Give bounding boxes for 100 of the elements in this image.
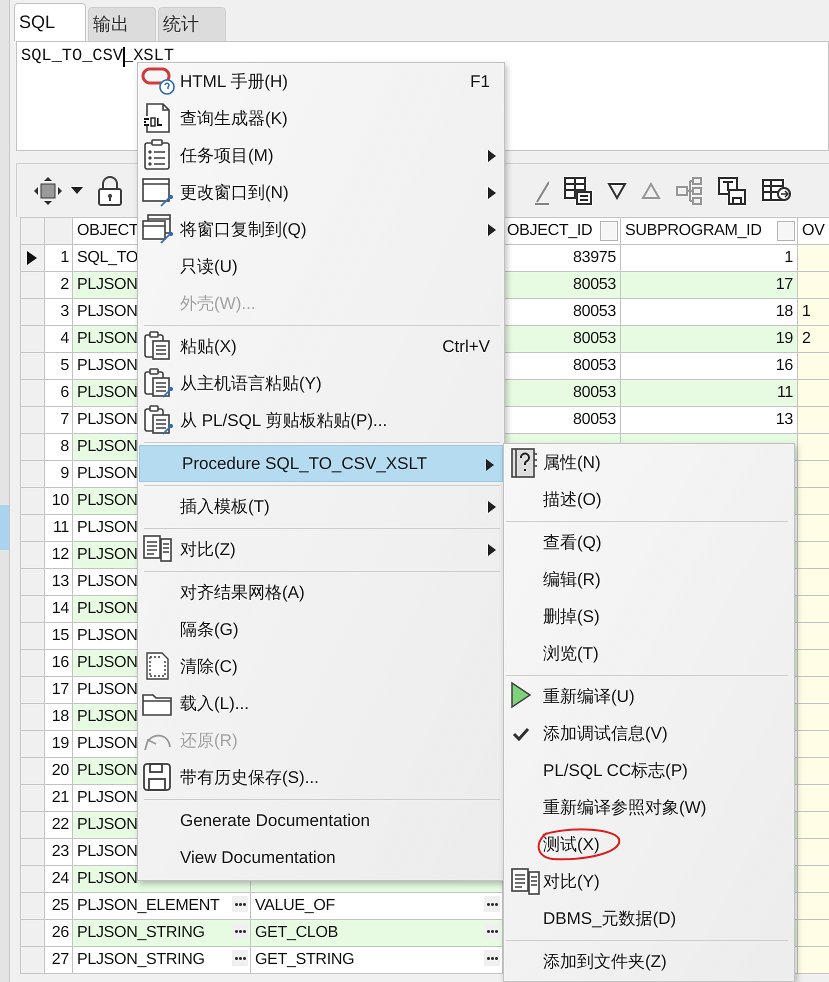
row-number: 6 [60,384,69,401]
table-cell: PLJSON [77,816,138,833]
table-cell: 13 [776,411,793,428]
table-cell: PLJSON [77,708,138,725]
table-cell: PLJSON_STRING [77,924,205,941]
table-cell: PLJSON [77,357,138,374]
table-cell: PLJSON [77,870,138,887]
table-cell: PLJSON [77,789,138,806]
row-number: 4 [60,330,69,347]
table-cell: 80053 [573,276,616,293]
table-cell: 80053 [573,357,616,374]
menu-item-label: 还原(R) [180,730,238,752]
table-cell: PLJSON [77,384,138,401]
menu-item-label: 添加调试信息(V) [543,722,668,745]
table-cell: PLJSON [77,546,138,563]
menu-item-label: 添加到文件夹(Z) [543,950,667,973]
row-number: 12 [52,546,69,563]
table-cell: PLJSON [77,654,138,671]
row-number: 20 [52,762,69,779]
row-number: 18 [52,708,69,725]
row-number: 11 [52,519,69,536]
menu-item-label: 查询生成器(K) [180,108,288,130]
row-number: 23 [52,843,69,860]
row-number: 16 [52,654,69,671]
menu-item-label: 对比(Z) [180,538,236,561]
table-cell: PLJSON [77,465,138,482]
row-number: 19 [52,735,69,752]
table-cell: PLJSON [77,411,138,428]
row-number: 13 [52,573,69,590]
menu-item-label: 测试(X) [543,834,600,856]
row-number: 22 [52,816,69,833]
table-cell: 18 [776,303,793,320]
row-number: 15 [52,627,69,644]
table-cell: PLJSON [77,276,138,293]
row-number: 14 [52,600,69,617]
menu-item-label: 载入(L)... [180,692,249,715]
table-cell: 80053 [573,411,616,428]
menu-item-label: 重新编译(U) [543,686,635,708]
menu-item-label: 浏览(T) [543,642,599,665]
table-cell: PLJSON_ELEMENT [77,897,220,914]
table-cell: PLJSON [77,735,138,752]
menu-item-label: 带有历史保存(S)... [180,766,319,789]
menu-item-label: 对比(Y) [543,870,600,893]
menu-item-label: View Documentation [180,846,336,869]
row-number: 2 [60,276,69,293]
table-cell: 16 [776,357,793,374]
menu-item-label: 清除(C) [180,656,238,678]
row-number: 3 [60,303,69,320]
table-cell: SQL_TO [77,249,138,266]
menu-item-label: 任务项目(M) [180,144,274,167]
table-cell: 1 [802,303,811,320]
table-cell: GET_CLOB [255,924,338,941]
table-cell: PLJSON [77,492,138,509]
menu-item-label: HTML 手册(H) [180,70,288,93]
table-cell: PLJSON [77,438,138,455]
menu-item-label: 隔条(G) [180,618,239,641]
table-cell: PLJSON [77,600,138,617]
table-cell: PLJSON [77,330,138,347]
table-cell: PLJSON [77,681,138,698]
row-number: 26 [52,924,69,941]
table-cell: PLJSON [77,519,138,536]
table-cell: 1 [784,249,793,266]
table-cell: 17 [776,276,793,293]
menu-item-label: 重新编译参照对象(W) [543,796,706,819]
row-number: 7 [60,411,69,428]
table-cell: PLJSON [77,843,138,860]
row-number: 24 [52,870,69,887]
shortcut-text: F1 [470,70,490,93]
table-cell: 80053 [573,384,616,401]
row-number: 5 [60,357,69,374]
menu-item-label: 将窗口复制到(Q) [180,218,307,241]
menu-item-label: Generate Documentation [180,810,370,832]
table-cell: 11 [776,384,793,401]
row-number: 8 [60,438,69,455]
table-cell: 83975 [573,249,616,266]
table-cell: PLJSON_STRING [77,951,205,968]
row-number: 21 [52,789,69,806]
menu-item-label: 从 PL/SQL 剪贴板粘贴(P)... [180,410,388,432]
menu-item-label: 删掉(S) [543,606,600,628]
row-number: 1 [60,249,69,266]
table-cell: GET_STRING [255,951,354,968]
row-number: 10 [52,492,69,509]
menu-item-label: 更改窗口到(N) [180,182,289,204]
row-number: 27 [52,951,69,968]
table-cell: 80053 [573,330,616,347]
menu-item-label: 描述(O) [543,488,602,511]
menu-item-label: 对齐结果网格(A) [180,582,305,604]
table-cell: PLJSON [77,573,138,590]
row-number: 17 [52,681,69,698]
row-number: 25 [52,897,69,914]
table-cell: 2 [802,330,811,347]
row-number: 9 [60,465,69,482]
table-cell: PLJSON [77,303,138,320]
table-cell: VALUE_OF [255,897,335,914]
table-cell: 19 [776,330,793,347]
table-cell: 80053 [573,303,616,320]
menu-item-label: PL/SQL CC标志(P) [543,760,688,782]
menu-item-label: 编辑(R) [543,568,601,591]
table-cell: PLJSON [77,627,138,644]
table-cell: PLJSON [77,762,138,779]
